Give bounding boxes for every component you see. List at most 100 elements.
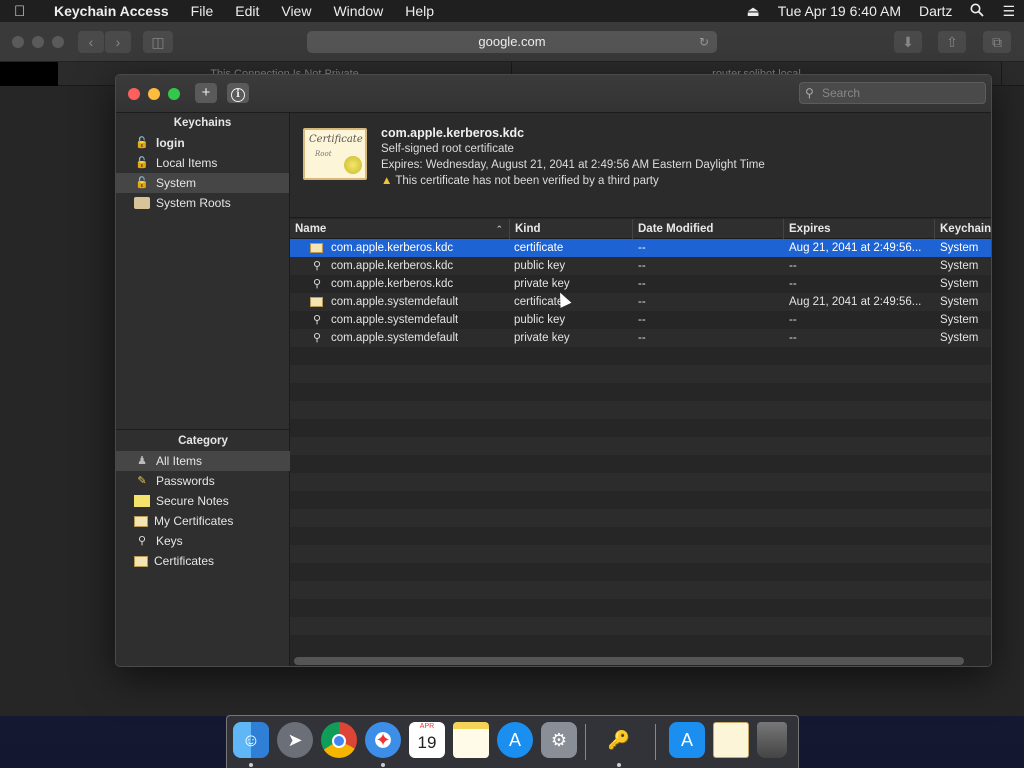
keychain-access-icon[interactable]: 🔑: [601, 722, 637, 758]
sidebar-item-system[interactable]: 🔓 System: [116, 173, 289, 193]
category-certificates[interactable]: Certificates: [116, 551, 290, 571]
downloads-icon[interactable]: ⬇: [894, 31, 922, 53]
share-icon[interactable]: ⇧: [938, 31, 966, 53]
calendar-day: 19: [417, 733, 437, 752]
category-passwords[interactable]: ✎ Passwords: [116, 471, 290, 491]
spotlight-icon[interactable]: [961, 3, 993, 20]
category-label: All Items: [156, 454, 203, 468]
applications-folder-icon[interactable]: A: [669, 722, 705, 758]
category-list: ♟ All Items ✎ Passwords Secure Notes My …: [116, 451, 290, 571]
calendar-icon[interactable]: APR 19: [409, 722, 445, 758]
menu-clock[interactable]: Tue Apr 19 6:40 AM: [769, 3, 910, 19]
keychain-access-window: + i ⚲ Search Keychains 🔓 login 🔓 Local I…: [115, 74, 992, 667]
cell-modified: --: [638, 332, 646, 344]
cell-kind: public key: [514, 260, 566, 272]
column-expires[interactable]: Expires: [784, 219, 935, 239]
address-bar[interactable]: google.com ↻: [307, 31, 717, 53]
cell-name: com.apple.kerberos.kdc: [331, 278, 454, 290]
certificate-image-subtitle: Root: [315, 150, 332, 158]
category-label: Certificates: [154, 554, 215, 568]
table-row[interactable]: ⚲ com.apple.kerberos.kdc private key -- -- Sy…: [290, 275, 991, 293]
notification-center-icon[interactable]: ☰: [993, 3, 1024, 20]
safari-minimize-button[interactable]: [32, 36, 44, 48]
menu-view[interactable]: View: [271, 3, 323, 19]
system-preferences-icon[interactable]: ⚙: [541, 722, 577, 758]
safari-zoom-button[interactable]: [52, 36, 64, 48]
sidebar-toggle-icon[interactable]: ◫: [143, 31, 173, 53]
empty-row: [290, 401, 991, 419]
app-store-icon[interactable]: A: [497, 722, 533, 758]
column-date-modified[interactable]: Date Modified: [633, 219, 784, 239]
column-name[interactable]: Name ⌃: [290, 219, 510, 239]
close-button[interactable]: [128, 88, 140, 100]
cell-expires: --: [789, 314, 797, 326]
key-icon: ⚲: [312, 278, 322, 290]
reload-icon[interactable]: ↻: [699, 31, 709, 53]
sidebar-item-system-roots[interactable]: System Roots: [116, 193, 289, 213]
apple-menu-icon[interactable]: : [14, 3, 42, 20]
category-my-certificates[interactable]: My Certificates: [116, 511, 290, 531]
seal-icon: [344, 156, 362, 174]
category-label: My Certificates: [154, 514, 234, 528]
empty-row: [290, 365, 991, 383]
cell-name: com.apple.systemdefault: [331, 332, 459, 344]
menu-window[interactable]: Window: [323, 3, 395, 19]
search-input[interactable]: ⚲ Search: [799, 82, 986, 104]
empty-row: [290, 509, 991, 527]
table-row[interactable]: ⚲ com.apple.kerberos.kdc public key -- -- Sys…: [290, 257, 991, 275]
menu-bar:  Keychain Access File Edit View Window …: [0, 0, 1024, 22]
cell-kind: certificate: [514, 242, 564, 254]
notes-icon[interactable]: [453, 722, 489, 758]
chrome-icon[interactable]: [321, 722, 357, 758]
eject-icon[interactable]: ⏏: [738, 3, 769, 20]
detail-title: com.apple.kerberos.kdc: [381, 126, 525, 140]
table-row[interactable]: com.apple.systemdefault certificate -- Aug …: [290, 293, 991, 311]
safari-running-dot: [381, 763, 385, 767]
table-row[interactable]: ⚲ com.apple.systemdefault private key -- -- S…: [290, 329, 991, 347]
key-icon: ⚲: [137, 535, 147, 547]
column-kind[interactable]: Kind: [510, 219, 633, 239]
category-all-items[interactable]: ♟ All Items: [116, 451, 290, 471]
certificate-document-icon[interactable]: [713, 722, 749, 758]
forward-icon[interactable]: ›: [105, 31, 131, 53]
menu-user[interactable]: Dartz: [910, 3, 961, 19]
zoom-button[interactable]: [168, 88, 180, 100]
sidebar-item-login[interactable]: 🔓 login: [116, 133, 289, 153]
calendar-month: APR: [419, 723, 435, 730]
trash-icon[interactable]: [757, 722, 787, 758]
menu-file[interactable]: File: [181, 3, 226, 19]
minimize-button[interactable]: [148, 88, 160, 100]
items-table: com.apple.kerberos.kdc certificate -- Aug 2…: [290, 239, 991, 655]
tabs-overview-icon[interactable]: ⧉: [983, 31, 1011, 53]
safari-icon[interactable]: ✦: [365, 722, 401, 758]
add-item-button[interactable]: +: [195, 83, 217, 103]
column-keychain[interactable]: Keychain: [935, 219, 991, 239]
key-icon: ⚲: [312, 260, 322, 272]
back-icon[interactable]: ‹: [78, 31, 104, 53]
empty-row: [290, 599, 991, 617]
horizontal-scrollbar[interactable]: [294, 657, 964, 665]
warning-text: This certificate has not been verified b…: [395, 175, 659, 187]
info-button[interactable]: i: [227, 83, 249, 103]
table-row[interactable]: com.apple.kerberos.kdc certificate -- Aug 2…: [290, 239, 991, 257]
sidebar-item-local-items[interactable]: 🔓 Local Items: [116, 153, 289, 173]
pencil-icon: ✎: [137, 475, 147, 487]
cell-name: com.apple.systemdefault: [331, 296, 459, 308]
safari-close-button[interactable]: [12, 36, 24, 48]
category-keys[interactable]: ⚲ Keys: [116, 531, 290, 551]
launchpad-icon[interactable]: ➤: [277, 722, 313, 758]
category-secure-notes[interactable]: Secure Notes: [116, 491, 290, 511]
certificate-icon: [134, 515, 148, 527]
certificate-icon: [310, 297, 323, 307]
tab-bar-dark-region: [0, 62, 58, 86]
detail-pane: Certificate Root com.apple.kerberos.kdc …: [290, 113, 991, 218]
menu-edit[interactable]: Edit: [225, 3, 271, 19]
menu-help[interactable]: Help: [395, 3, 446, 19]
table-row[interactable]: ⚲ com.apple.systemdefault public key -- -- Sy…: [290, 311, 991, 329]
finder-icon[interactable]: ☺: [233, 722, 269, 758]
lock-open-icon: 🔓: [135, 177, 149, 189]
menu-app-name[interactable]: Keychain Access: [42, 3, 181, 19]
lock-open-icon: 🔓: [135, 157, 149, 169]
empty-row: [290, 437, 991, 455]
dock-separator: [585, 724, 586, 760]
